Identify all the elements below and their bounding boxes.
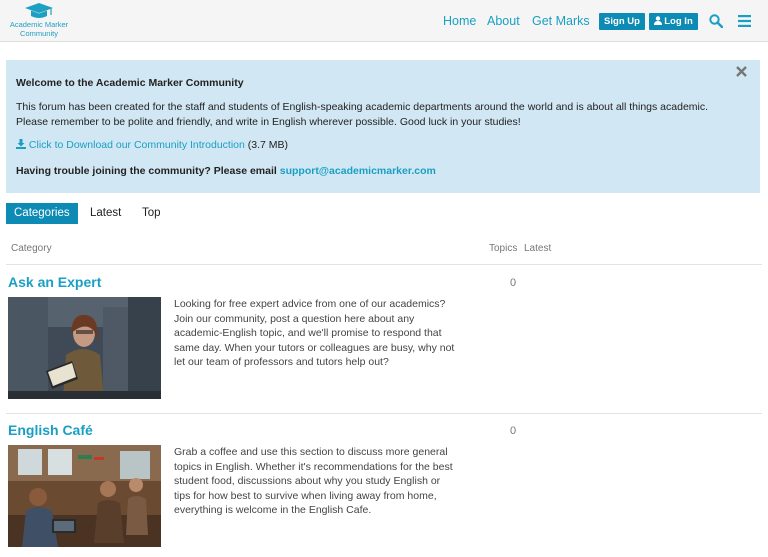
download-line: Click to Download our Community Introduc… xyxy=(16,139,288,151)
download-link-text: Click to Download our Community Introduc… xyxy=(28,139,245,151)
column-header-category[interactable]: Category xyxy=(11,243,52,254)
close-icon[interactable] xyxy=(736,66,747,77)
nav-get-marks-link[interactable]: Get Marks xyxy=(532,14,590,28)
category-description-english-cafe: Grab a coffee and use this section to di… xyxy=(174,446,453,516)
support-email-link[interactable]: support@academicmarker.com xyxy=(280,165,436,177)
log-in-button[interactable]: Log In xyxy=(649,13,698,30)
logo-text-line2: Community xyxy=(20,28,58,38)
column-header-latest[interactable]: Latest xyxy=(524,243,551,254)
hamburger-menu-icon[interactable] xyxy=(738,15,751,27)
download-introduction-link[interactable]: Click to Download our Community Introduc… xyxy=(16,139,245,151)
banner-text: This forum has been created for the staf… xyxy=(16,101,709,128)
download-size: (3.7 MB) xyxy=(247,139,289,151)
banner-title: Welcome to the Academic Marker Community xyxy=(16,77,244,89)
category-topics-count: 0 xyxy=(510,425,517,437)
english-cafe-image[interactable] xyxy=(8,445,161,547)
header-divider xyxy=(6,264,762,265)
trouble-text: Having trouble joining the community? Pl… xyxy=(16,165,277,177)
trouble-line: Having trouble joining the community? Pl… xyxy=(16,165,436,177)
nav-home-link[interactable]: Home xyxy=(443,14,476,28)
category-topics-count: 0 xyxy=(510,277,517,289)
site-header: Academic Marker Community Home About Get… xyxy=(0,0,768,42)
tab-latest[interactable]: Latest xyxy=(90,203,121,224)
logo-text: Academic Marker Community xyxy=(6,20,72,38)
category-title-english-cafe[interactable]: English Café xyxy=(8,422,93,438)
sign-up-label: Sign Up xyxy=(604,16,640,27)
log-in-label: Log In xyxy=(664,16,693,27)
category-description-ask-an-expert: Looking for free expert advice from one … xyxy=(174,298,455,368)
row-divider xyxy=(6,413,762,414)
search-icon[interactable] xyxy=(709,14,723,28)
nav-about-link[interactable]: About xyxy=(487,14,520,28)
graduation-cap-icon xyxy=(25,3,53,18)
site-logo[interactable]: Academic Marker Community xyxy=(6,2,72,40)
tab-categories[interactable]: Categories xyxy=(6,203,78,224)
category-title-ask-an-expert[interactable]: Ask an Expert xyxy=(8,274,101,290)
ask-an-expert-image[interactable] xyxy=(8,297,161,399)
tab-top[interactable]: Top xyxy=(142,203,161,224)
welcome-banner: Welcome to the Academic Marker Community… xyxy=(6,60,760,193)
column-header-topics[interactable]: Topics xyxy=(489,243,517,254)
user-icon xyxy=(654,16,663,25)
download-icon xyxy=(16,139,26,149)
sign-up-button[interactable]: Sign Up xyxy=(599,13,645,30)
